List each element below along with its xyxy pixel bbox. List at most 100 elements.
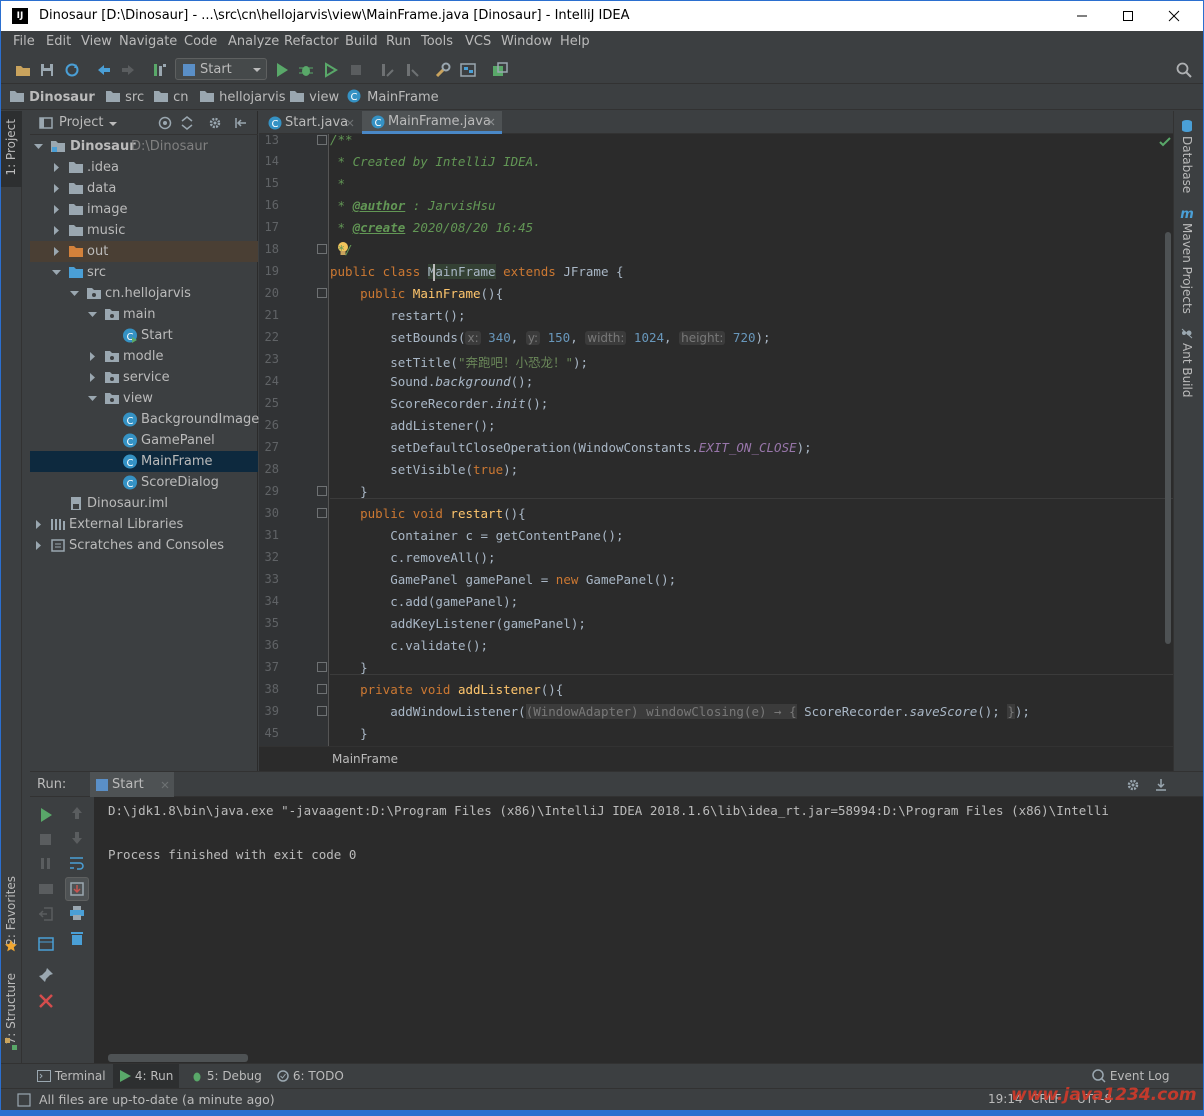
tree-item-data[interactable]: data [30,178,258,199]
attach-debugger-icon[interactable] [378,61,396,79]
tree-item-external-libraries[interactable]: External Libraries [30,514,258,535]
tool-tab-terminal[interactable]: Terminal [37,1069,106,1083]
tree-item-dinosaur[interactable]: Dinosaur D:\Dinosaur [30,136,258,157]
debug-button[interactable] [297,61,315,79]
editor-breadcrumb[interactable]: MainFrame [332,752,398,766]
pin-icon[interactable] [38,967,54,983]
tree-item-image[interactable]: image [30,199,258,220]
close-tab-icon[interactable] [345,118,355,128]
restore-layout-icon[interactable] [38,936,54,952]
tool-tab-debug[interactable]: 5: Debug [191,1069,262,1083]
nav-crumb-mainframe[interactable]: C MainFrame [347,89,439,106]
run-tab-start[interactable]: Start [90,772,174,797]
nav-crumb-src[interactable]: src [105,89,144,106]
tool-tab-event-log[interactable]: Event Log [1092,1069,1169,1083]
scroll-from-source-icon[interactable] [158,116,172,130]
exit-icon[interactable] [38,906,54,922]
menu-analyze[interactable]: Analyze [228,34,279,49]
run-button[interactable] [273,61,291,79]
sync-icon[interactable] [63,61,81,79]
tree-item-main[interactable]: main [30,304,258,325]
tree-item-idea[interactable]: .idea [30,157,258,178]
coverage-button[interactable] [322,61,340,79]
settings-wrench-icon[interactable] [434,61,452,79]
project-structure-icon[interactable] [459,61,477,79]
soft-wrap-icon[interactable] [69,855,85,871]
menu-vcs[interactable]: VCS [465,34,491,49]
nav-crumb-dinosaur[interactable]: Dinosaur [9,89,95,106]
project-panel-title[interactable]: Project [59,115,103,130]
save-all-icon[interactable] [38,61,56,79]
tree-item-backgroundimage[interactable]: C BackgroundImage [30,409,259,430]
menu-navigate[interactable]: Navigate [119,34,177,49]
trash-icon[interactable] [69,930,85,946]
tree-item-dinosaur-iml[interactable]: Dinosaur.iml [30,493,258,514]
menu-code[interactable]: Code [184,34,217,49]
tool-tab-maven[interactable]: Maven Projects [1180,223,1194,314]
stop-button[interactable] [347,61,365,79]
fold-marker-icon[interactable] [317,706,327,716]
back-arrow-icon[interactable] [95,61,113,79]
forward-arrow-icon[interactable] [119,61,137,79]
console-horizontal-scrollbar[interactable] [108,1054,248,1062]
collapse-all-icon[interactable] [180,116,194,130]
menu-run[interactable]: Run [386,34,411,49]
dump-threads-icon[interactable] [38,881,54,897]
tree-item-modle[interactable]: modle [30,346,258,367]
code-editor[interactable]: 13 14 15 16 17 18 19 20 21 22 23 24 25 2… [259,134,1173,746]
tree-item-start[interactable]: C Start [30,325,258,346]
tool-tab-ant-build[interactable]: Ant Build [1180,343,1194,397]
fold-marker-icon[interactable] [317,662,327,672]
hide-panel-icon[interactable] [1154,778,1168,792]
minimize-button[interactable] [1059,1,1105,31]
tree-item-scratches[interactable]: Scratches and Consoles [30,535,258,556]
tab-start-java[interactable]: C Start.java [259,111,361,134]
menu-view[interactable]: View [81,34,112,49]
tree-item-src[interactable]: src [30,262,258,283]
fold-marker-icon[interactable] [317,508,327,518]
fold-marker-icon[interactable] [317,244,327,254]
fold-marker-icon[interactable] [317,684,327,694]
tree-item-scoredialog[interactable]: C ScoreDialog [30,472,258,493]
menu-file[interactable]: File [13,34,35,49]
menu-refactor[interactable]: Refactor [284,34,339,49]
menu-window[interactable]: Window [501,34,552,49]
build-project-icon[interactable] [151,61,169,79]
fold-marker-icon[interactable] [317,486,327,496]
print-icon[interactable] [69,905,85,921]
rerun-icon[interactable] [38,807,54,823]
editor-scrollbar[interactable] [1165,232,1171,644]
hide-panel-icon[interactable] [234,116,248,130]
tree-item-mainframe[interactable]: C MainFrame [30,451,258,472]
tree-item-view[interactable]: view [30,388,258,409]
chevron-down-icon[interactable] [108,119,118,129]
folded-lambda-end[interactable]: } [1007,704,1015,719]
menu-edit[interactable]: Edit [46,34,71,49]
tool-tab-favorites[interactable]: 2: Favorites [4,876,18,946]
close-button[interactable] [1151,1,1197,31]
tree-item-music[interactable]: music [30,220,258,241]
nav-crumb-hellojarvis[interactable]: hellojarvis [199,89,286,106]
maximize-button[interactable] [1105,1,1151,31]
search-everywhere-icon[interactable] [1175,61,1193,79]
stop-icon[interactable] [38,832,54,848]
tool-tab-database[interactable]: Database [1180,136,1194,193]
arrow-down-icon[interactable] [69,830,85,846]
run-config-select[interactable]: Start [175,58,267,80]
gear-icon[interactable] [208,116,222,130]
profiler-icon[interactable] [403,61,421,79]
toggle-tool-windows-icon[interactable] [17,1093,31,1107]
tool-tab-todo[interactable]: 6: TODO [277,1069,344,1083]
menu-tools[interactable]: Tools [421,34,453,49]
tool-tab-project[interactable]: 1: Project [4,119,18,176]
run-console[interactable]: D:\jdk1.8\bin\java.exe "-javaagent:D:\Pr… [94,797,1203,1064]
close-run-icon[interactable] [38,993,54,1009]
menu-build[interactable]: Build [345,34,378,49]
close-tab-icon[interactable] [486,117,496,127]
tool-tab-run[interactable]: 4: Run [113,1064,180,1089]
tree-item-out[interactable]: out [30,241,258,262]
tree-item-cn-hellojarvis[interactable]: cn.hellojarvis [30,283,258,304]
open-folder-icon[interactable] [14,61,32,79]
scroll-to-end-toggle[interactable] [65,877,89,901]
arrow-up-icon[interactable] [69,805,85,821]
